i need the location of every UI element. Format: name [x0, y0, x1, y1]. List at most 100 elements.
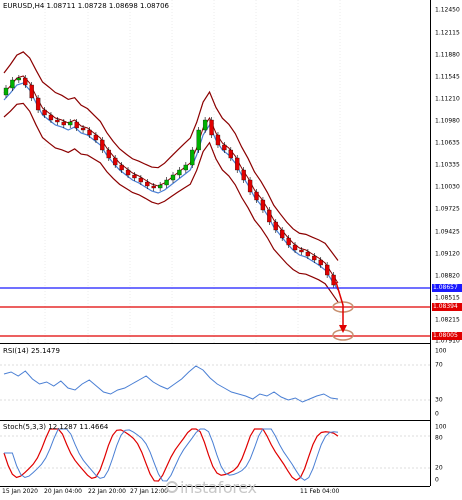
moving-average-line [3, 82, 339, 291]
price-label: 1.10635 [435, 139, 460, 147]
instaforex-logo-icon [166, 481, 178, 493]
price-axis[interactable]: 1.12450 1.12115 1.11880 1.11545 1.11210 … [430, 0, 462, 486]
rsi-level-0: 0 [435, 410, 439, 418]
candle-body [241, 169, 246, 181]
candle-body [280, 229, 285, 239]
candle-body [183, 164, 188, 171]
candle-body [106, 149, 111, 159]
candle-body [228, 149, 233, 159]
candle-body [3, 87, 9, 96]
symbol-header: EURUSD,H4 1.08711 1.08728 1.08698 1.0870… [3, 2, 169, 10]
candle-body [286, 237, 291, 246]
rsi-line [3, 365, 339, 403]
candle-body [325, 264, 330, 276]
price-label: 1.11880 [435, 51, 460, 59]
candle-body [132, 174, 137, 179]
candle-body [68, 121, 73, 126]
candle-body [170, 174, 176, 181]
candle-body [29, 84, 34, 99]
candle-body [100, 139, 105, 151]
candle-body [119, 164, 124, 171]
candle-body [61, 121, 66, 126]
stoch-level-100: 100 [435, 423, 447, 431]
candle-body [35, 97, 41, 111]
time-label: 20 Jan 04:00 [44, 488, 82, 495]
price-label: 1.08820 [435, 272, 460, 280]
candle-body [55, 119, 60, 123]
candle-body [10, 79, 15, 89]
time-label: 22 Jan 20:00 [88, 488, 126, 495]
price-label: 1.11545 [435, 73, 460, 81]
candle-body [254, 191, 259, 201]
candle-body [215, 134, 221, 146]
candle-body [202, 119, 208, 131]
candle-body [273, 221, 278, 231]
price-label: 1.10335 [435, 161, 460, 169]
candle-body [16, 77, 21, 81]
stoch-main-line [3, 428, 339, 482]
price-label: 1.10030 [435, 183, 460, 191]
candle-body [196, 129, 201, 151]
bollinger-upper-band [3, 51, 339, 261]
candle-body [151, 185, 156, 189]
arrow-down-icon [339, 325, 347, 333]
candle-body [318, 259, 323, 266]
candle-body [74, 121, 79, 129]
price-label: 1.09725 [435, 205, 460, 213]
price-chart [0, 0, 430, 343]
price-label: 1.09120 [435, 250, 460, 258]
candle-body [305, 251, 311, 257]
candle-body [113, 157, 118, 166]
candle-body [164, 179, 169, 186]
first-target-price-tag: 1.08394 [432, 303, 462, 311]
stoch-signal-line [4, 428, 339, 482]
price-pane[interactable]: EURUSD,H4 1.08711 1.08728 1.08698 1.0870… [0, 0, 430, 344]
rsi-chart [0, 364, 430, 403]
stoch-level-20: 20 [435, 464, 443, 472]
price-label: 1.08215 [435, 316, 460, 324]
candle-body [247, 179, 253, 193]
price-label: 1.09425 [435, 228, 460, 236]
candle-body [42, 109, 47, 116]
candle-body [235, 157, 240, 171]
price-label: 1.12450 [435, 6, 460, 14]
time-label: 11 Feb 04:00 [300, 488, 340, 495]
candle-body [222, 144, 227, 151]
candle-body [138, 177, 144, 183]
support-price-tag: 1.08657 [432, 284, 462, 292]
candle-body [145, 181, 150, 187]
candle-body [80, 127, 86, 131]
bollinger-lower-band [3, 102, 339, 303]
candle-body [125, 169, 131, 176]
candle-body [23, 77, 28, 86]
candle-body [190, 149, 195, 166]
price-label: 1.10980 [435, 117, 460, 125]
rsi-header: RSI(14) 25.1479 [3, 347, 60, 355]
second-target-price-tag: 1.08005 [432, 332, 462, 340]
rsi-level-100: 100 [435, 347, 447, 355]
price-label: 1.08515 [435, 294, 460, 302]
candle-body [87, 129, 92, 136]
candle-body [158, 184, 163, 189]
chart-window[interactable]: EURUSD,H4 1.08711 1.08728 1.08698 1.0870… [0, 0, 462, 500]
watermark: instaforex [180, 478, 257, 497]
candle-body [292, 244, 298, 251]
candle-body [209, 119, 214, 136]
candle-body [260, 199, 266, 211]
stoch-header: Stoch(5,3,3) 12.1287 11.4664 [3, 423, 109, 431]
candle-body [177, 169, 182, 176]
time-label: 27 Jan 12:00 [130, 488, 168, 495]
time-label: 15 Jan 2020 [2, 488, 38, 495]
candle-body [93, 134, 99, 141]
candle-body [312, 255, 317, 261]
price-label: 1.11210 [435, 95, 460, 103]
candle-body [299, 249, 304, 253]
price-label: 1.12115 [435, 29, 460, 37]
stoch-level-80: 80 [435, 434, 443, 442]
candle-body [48, 114, 54, 121]
rsi-pane[interactable]: RSI(14) 25.1479 [0, 344, 430, 421]
candle-body [331, 274, 336, 286]
stoch-level-0: 0 [435, 476, 439, 484]
candle-body [267, 209, 272, 223]
rsi-level-70: 70 [435, 361, 443, 369]
